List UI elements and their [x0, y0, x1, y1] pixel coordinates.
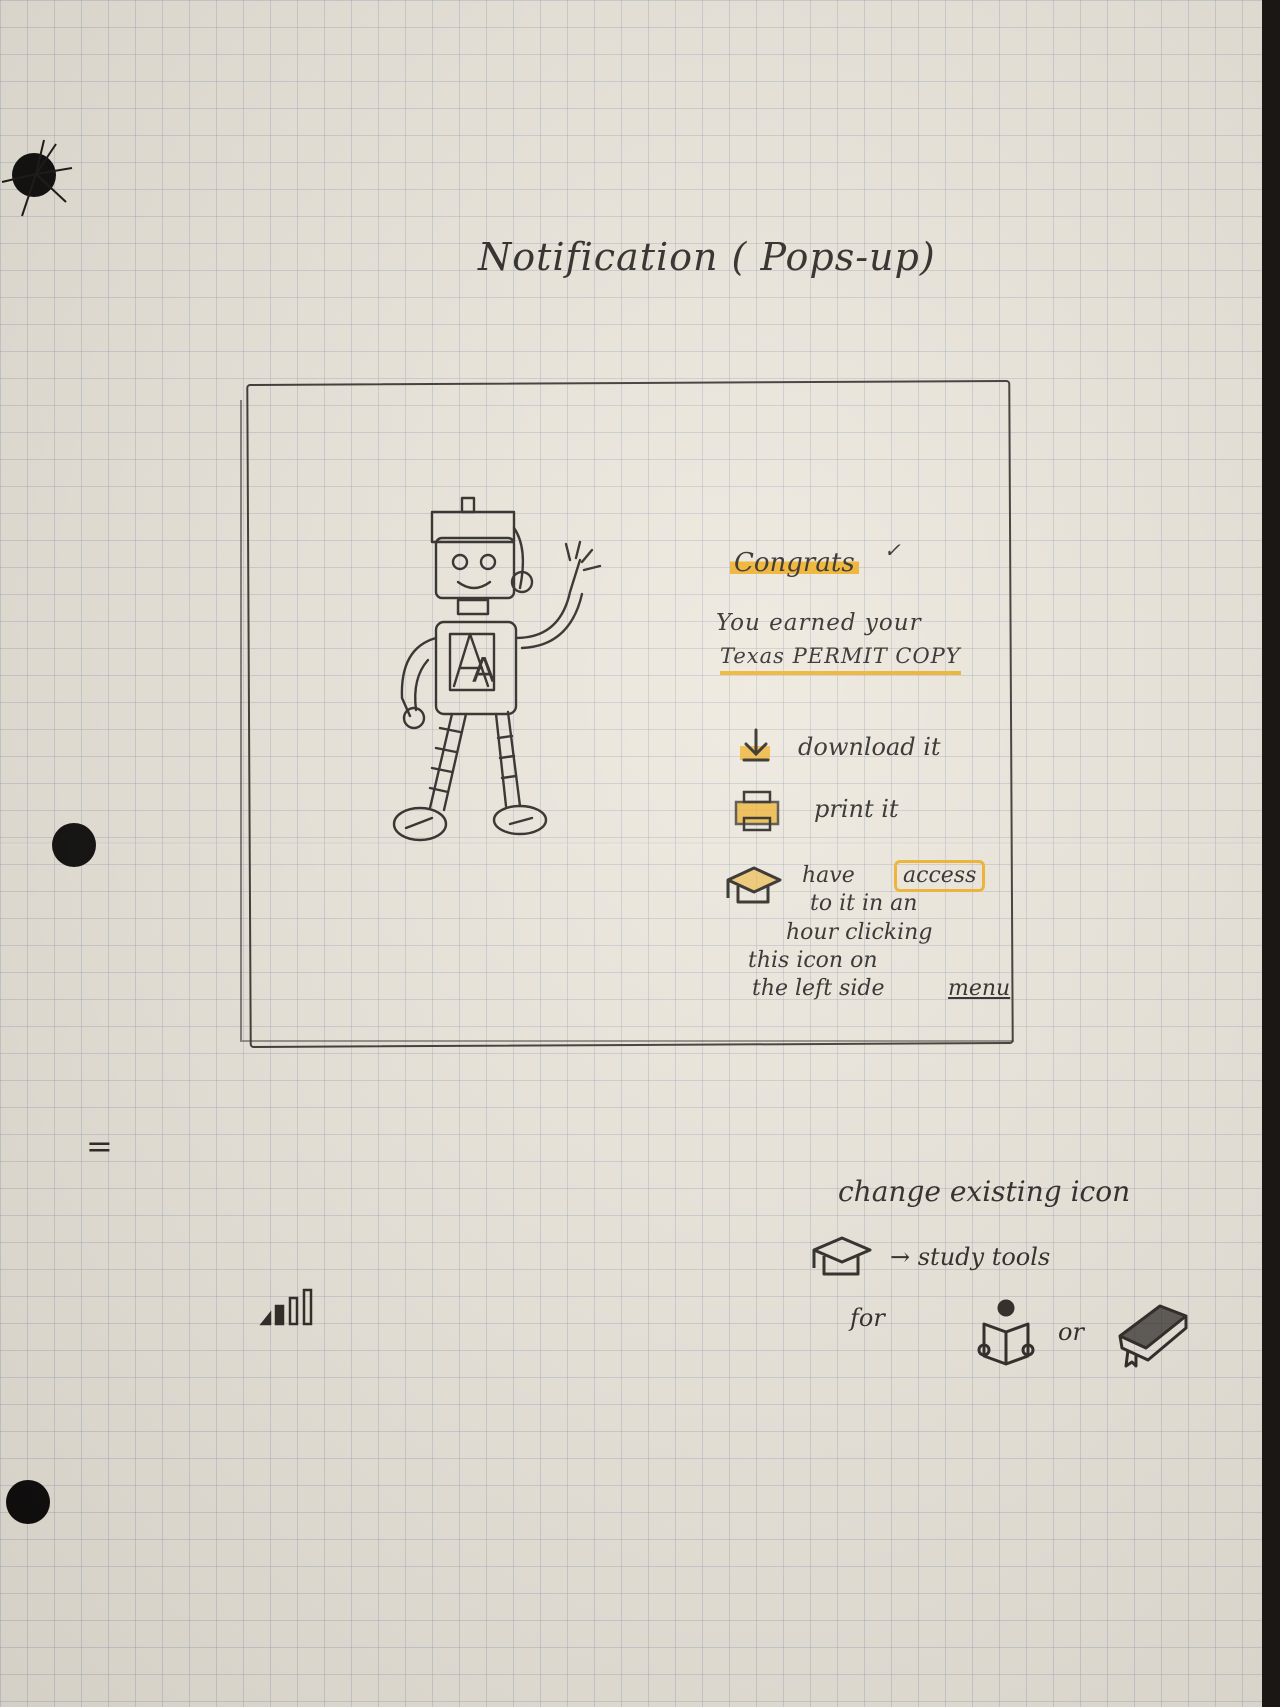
ink-splatter-icon	[1, 139, 73, 217]
graduation-cap-icon	[726, 866, 782, 904]
sketch-title: Notification ( Pops-up)	[478, 235, 936, 279]
printer-icon	[734, 790, 780, 832]
robot-badge: A	[472, 651, 495, 691]
access-highlight: access	[894, 860, 986, 892]
sketch-paper: Notification ( Pops-up) A Congrats ✓ You…	[0, 0, 1262, 1707]
popup-heading: Congrats	[730, 550, 859, 576]
access-option-menu: menu	[948, 976, 1011, 1001]
robot-mascot-illustration: A	[392, 496, 602, 842]
signal-bars-icon	[259, 1288, 313, 1326]
book-icon	[1118, 1304, 1188, 1368]
download-option-label: download it	[798, 733, 941, 761]
popup-message-line2: Texas PERMIT COPY	[720, 646, 961, 675]
access-option-line5: the left side	[752, 976, 885, 1001]
note-line2: → study tools	[890, 1243, 1051, 1271]
download-icon	[740, 728, 770, 762]
print-option-label: print it	[814, 795, 899, 823]
binder-hole-bottom	[6, 1480, 50, 1524]
popup-message-line1: You earned your	[716, 610, 922, 636]
note-line4: or	[1058, 1318, 1084, 1346]
access-option-prefix: have	[802, 863, 855, 888]
note-line3: for	[850, 1304, 885, 1332]
access-option-line3: hour clicking	[786, 920, 933, 945]
margin-equals-mark: =	[86, 1127, 113, 1165]
binder-hole-middle	[52, 823, 96, 867]
reading-person-icon	[977, 1299, 1035, 1366]
note-graduation-cap-icon	[812, 1236, 872, 1276]
note-line1: change existing icon	[838, 1175, 1131, 1208]
heading-checkmark: ✓	[884, 538, 901, 562]
access-option-line2: to it in an	[810, 891, 918, 916]
access-option-line4: this icon on	[748, 948, 878, 973]
